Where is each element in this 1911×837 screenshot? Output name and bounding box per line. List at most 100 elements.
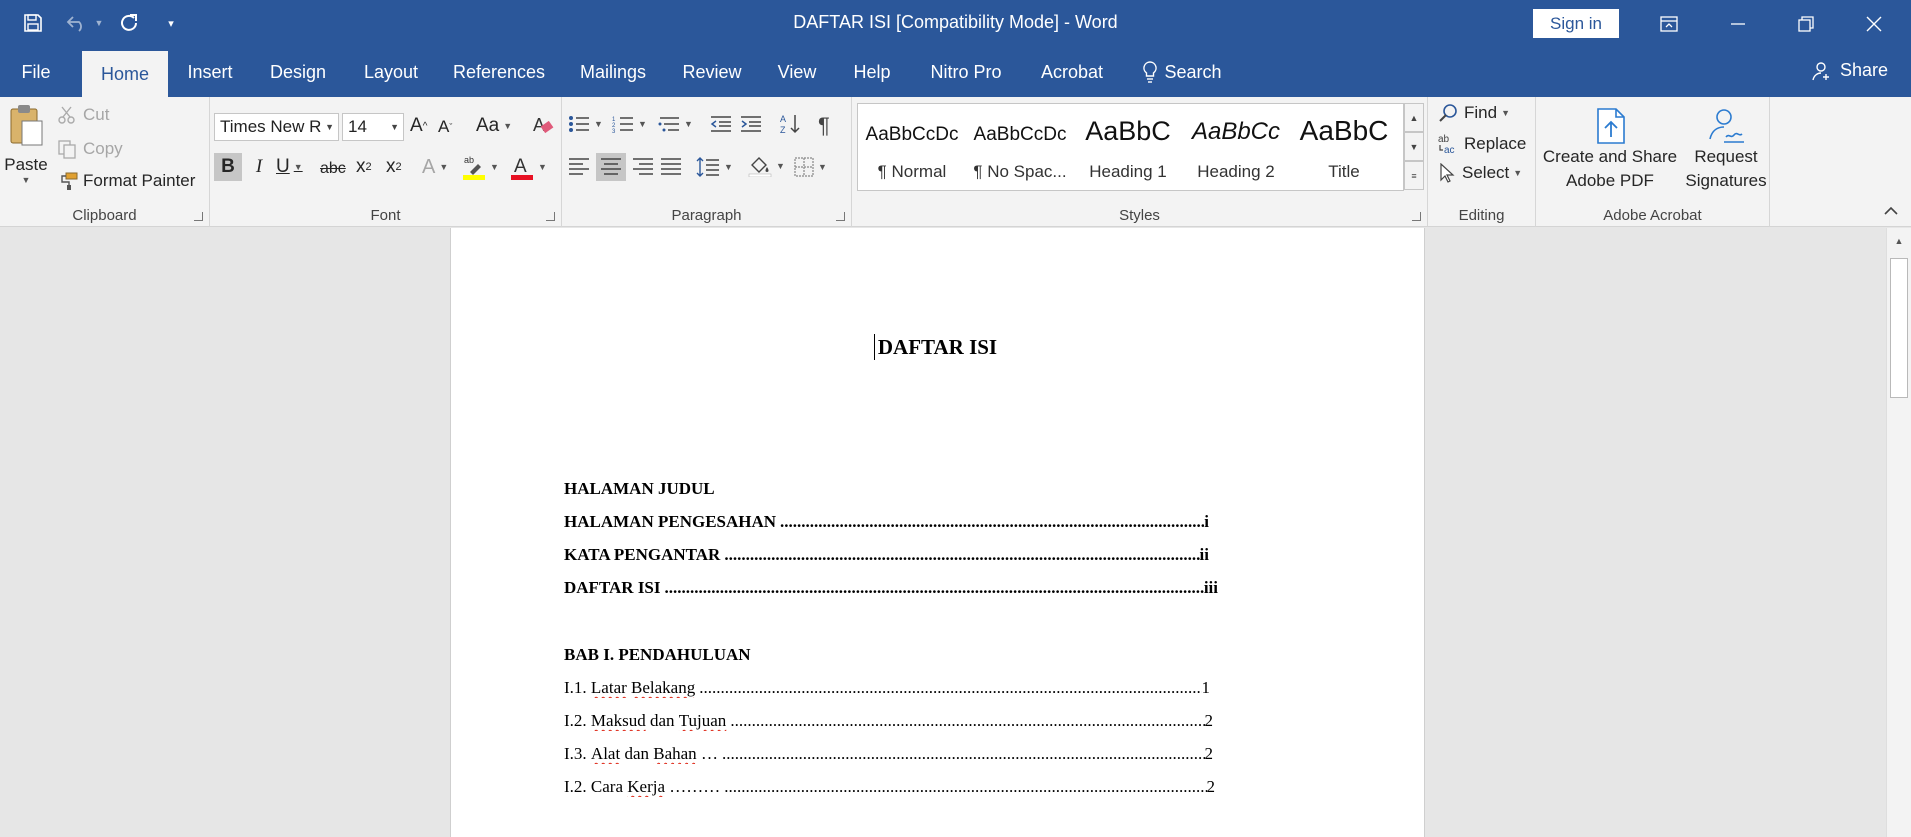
align-right-icon[interactable] — [632, 157, 654, 177]
tab-acrobat[interactable]: Acrobat — [1032, 47, 1112, 97]
restore-icon[interactable] — [1776, 0, 1836, 47]
toc-page-number: iii — [1203, 578, 1218, 597]
spellcheck-word: Bahan — [653, 744, 697, 763]
font-color-icon[interactable]: A ▼ — [510, 153, 547, 181]
toc-entry[interactable]: KATA PENGANTAR ii — [564, 545, 1209, 565]
change-case-icon[interactable]: Aa ▼ — [476, 115, 512, 137]
scrollbar-thumb[interactable] — [1890, 258, 1908, 398]
decrease-indent-icon[interactable] — [710, 115, 732, 133]
paragraph-dialog-launcher-icon[interactable] — [836, 212, 845, 221]
format-painter-label: Format Painter — [83, 171, 196, 190]
toc-leader-dots — [665, 578, 1204, 598]
font-dialog-launcher-icon[interactable] — [546, 212, 555, 221]
share-button[interactable]: Share — [1812, 60, 1888, 81]
request-line1: Request — [1694, 147, 1758, 166]
signature-icon — [1709, 109, 1744, 143]
tab-nitro-pro[interactable]: Nitro Pro — [918, 47, 1014, 97]
tab-design[interactable]: Design — [260, 47, 336, 97]
minimize-icon[interactable] — [1708, 0, 1768, 47]
tab-review[interactable]: Review — [674, 47, 750, 97]
paste-button[interactable]: Paste ▼ — [4, 103, 48, 203]
toc-chapter-heading[interactable]: BAB I. PENDAHULUAN — [564, 645, 1219, 665]
multilevel-list-icon[interactable]: ▼ — [658, 115, 693, 133]
undo-dropdown-icon[interactable]: ▼ — [92, 8, 106, 38]
increase-indent-icon[interactable] — [740, 115, 762, 133]
toc-entry[interactable]: I.1. Latar Belakang 1 — [564, 678, 1210, 698]
repeat-icon[interactable] — [114, 8, 144, 38]
copy-button[interactable]: Copy — [57, 139, 123, 159]
underline-button[interactable]: U ▼ — [276, 153, 303, 181]
toc-entry[interactable]: DAFTAR ISI iii — [564, 578, 1218, 598]
gallery-scroll-down-icon[interactable]: ▼ — [1404, 132, 1424, 161]
create-share-adobe-pdf-button[interactable]: Create and Share Adobe PDF — [1538, 107, 1682, 193]
superscript-icon[interactable]: x2 — [386, 153, 402, 181]
style-heading-1[interactable]: AaBbC Heading 1 — [1074, 104, 1182, 190]
clipboard-dialog-launcher-icon[interactable] — [194, 212, 203, 221]
style-normal[interactable]: AaBbCcDc ¶ Normal — [858, 104, 966, 190]
undo-icon[interactable] — [62, 8, 92, 38]
borders-icon[interactable]: ▼ — [794, 157, 827, 177]
sort-icon[interactable]: AZ — [780, 113, 802, 135]
styles-dialog-launcher-icon[interactable] — [1412, 212, 1421, 221]
justify-icon[interactable] — [660, 157, 682, 177]
customize-quick-access-icon[interactable]: ▾ — [160, 8, 182, 38]
shrink-font-icon[interactable]: Aˇ — [438, 117, 452, 137]
text-effects-icon[interactable]: A ▼ — [422, 153, 448, 181]
tab-home[interactable]: Home — [82, 51, 168, 97]
style-heading-2[interactable]: AaBbCc Heading 2 — [1182, 104, 1290, 190]
tab-help[interactable]: Help — [844, 47, 900, 97]
style-title[interactable]: AaBbC Title — [1290, 104, 1398, 190]
tab-references[interactable]: References — [446, 47, 552, 97]
font-size-box[interactable]: 14 ▼ — [342, 113, 404, 141]
tab-view[interactable]: View — [768, 47, 826, 97]
style-normal-label: ¶ Normal — [877, 162, 947, 181]
vertical-scrollbar[interactable]: ▲ — [1886, 228, 1911, 837]
sign-in-button[interactable]: Sign in — [1533, 9, 1619, 38]
replace-icon: abac — [1438, 134, 1455, 155]
tab-file[interactable]: File — [10, 47, 62, 97]
gallery-more-icon[interactable]: ≡ — [1404, 161, 1424, 190]
toc-entry[interactable]: I.2. Maksud dan Tujuan 2 — [564, 711, 1213, 731]
align-left-icon[interactable] — [568, 157, 590, 177]
toc-entry[interactable]: I.2. Cara Kerja ……… 2 — [564, 777, 1215, 797]
clear-formatting-icon[interactable]: A — [532, 113, 554, 137]
highlight-color-icon[interactable]: ab ▼ — [462, 153, 499, 181]
format-painter-button[interactable]: Format Painter — [57, 171, 195, 191]
replace-button[interactable]: ab ac Replace — [1438, 133, 1526, 155]
ribbon-display-options-icon[interactable] — [1639, 0, 1699, 47]
style-no-spacing[interactable]: AaBbCcDc ¶ No Spac... — [966, 104, 1074, 190]
ribbon-tab-bar: File Home Insert Design Layout Reference… — [0, 47, 1911, 97]
toc-entry[interactable]: HALAMAN JUDUL — [564, 479, 1219, 499]
find-button[interactable]: Find ▼ — [1438, 103, 1510, 123]
show-formatting-marks-icon[interactable]: ¶ — [818, 113, 830, 139]
collapse-ribbon-icon[interactable] — [1884, 205, 1898, 219]
bullets-icon[interactable]: ▼ — [568, 115, 603, 133]
document-page[interactable]: DAFTAR ISI HALAMAN JUDUL HALAMAN PENGESA… — [450, 228, 1425, 837]
font-size-dropdown-icon[interactable]: ▼ — [390, 122, 399, 132]
cut-button[interactable]: Cut — [57, 105, 109, 125]
tell-me-search[interactable]: Search — [1134, 47, 1230, 97]
save-icon[interactable] — [18, 8, 48, 38]
request-signatures-button[interactable]: Request Signatures — [1682, 107, 1770, 193]
line-spacing-icon[interactable]: ▼ — [696, 157, 733, 177]
shading-icon[interactable]: ▼ — [748, 155, 785, 177]
tab-insert[interactable]: Insert — [178, 47, 242, 97]
font-name-dropdown-icon[interactable]: ▼ — [325, 122, 334, 132]
align-center-icon[interactable] — [596, 153, 626, 181]
select-button[interactable]: Select ▼ — [1438, 163, 1522, 183]
numbering-icon[interactable]: 1 2 3 ▼ — [612, 115, 647, 133]
gallery-scroll-up-icon[interactable]: ▲ — [1404, 103, 1424, 132]
toc-entry[interactable]: I.3. Alat dan Bahan … 2 — [564, 744, 1213, 764]
italic-button[interactable]: I — [248, 153, 270, 181]
tab-mailings[interactable]: Mailings — [570, 47, 656, 97]
toc-page-number: 2 — [1204, 711, 1214, 730]
subscript-icon[interactable]: x2 — [356, 153, 372, 181]
tab-layout[interactable]: Layout — [354, 47, 428, 97]
font-name-box[interactable]: Times New R ▼ — [214, 113, 339, 141]
close-icon[interactable] — [1844, 0, 1904, 47]
scroll-up-icon[interactable]: ▲ — [1887, 231, 1911, 251]
strikethrough-icon[interactable]: abc — [320, 155, 346, 183]
grow-font-icon[interactable]: A ^ — [410, 115, 427, 137]
bold-button[interactable]: B — [214, 153, 242, 181]
toc-entry[interactable]: HALAMAN PENGESAHAN i — [564, 512, 1209, 532]
